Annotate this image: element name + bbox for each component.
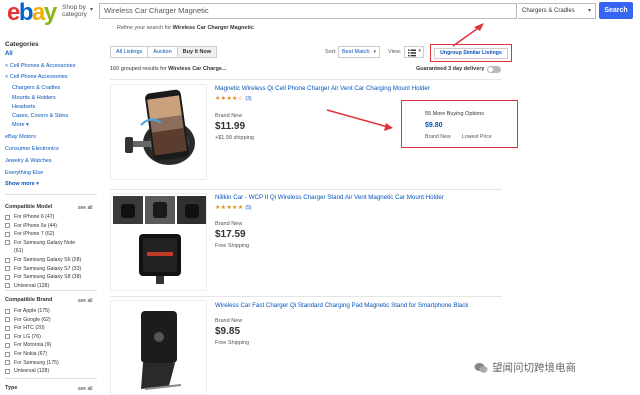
buying-options-price[interactable]: $9.80 bbox=[425, 122, 443, 129]
buying-options-link[interactable]: 55 More Buying Options bbox=[425, 111, 484, 117]
item-shipping: Free Shipping bbox=[215, 243, 250, 249]
ebay-search-page: ebay Shop by category ▾ Wireless Car Cha… bbox=[0, 0, 640, 395]
lowest-price-label: Lowest Price bbox=[462, 134, 492, 140]
arrow-head-mid bbox=[384, 123, 393, 131]
arrow-line-mid bbox=[326, 109, 389, 128]
nillkin-mount-image bbox=[111, 194, 206, 290]
charging-stand-image bbox=[111, 301, 206, 394]
list-divider bbox=[110, 296, 502, 297]
phone-mount-image bbox=[111, 85, 206, 179]
item-title-link[interactable]: Magnetic Wireless Qi Cell Phone Charger … bbox=[215, 85, 515, 93]
guarantee-toggle[interactable] bbox=[487, 66, 501, 73]
item-title-link[interactable]: Wireless Car Fast Charger Qi Standard Ch… bbox=[215, 302, 515, 310]
item-price: $9.85 bbox=[215, 326, 241, 337]
rating-stars[interactable]: ★★★★☆ (3) bbox=[215, 95, 252, 102]
review-count: (5) bbox=[245, 205, 252, 211]
buying-options-condition: Brand New bbox=[425, 134, 451, 140]
item-condition: Brand New bbox=[215, 318, 243, 324]
stars-glyphs: ★★★★★ bbox=[215, 205, 244, 211]
item-shipping: +$1.99 shipping bbox=[215, 135, 254, 141]
results-query: Wireless Car Charge... bbox=[168, 66, 227, 72]
item-title-link[interactable]: Nillkin Car - WCP II Qi Wireless Charger… bbox=[215, 194, 515, 202]
item-price: $11.99 bbox=[215, 121, 246, 132]
list-divider bbox=[110, 79, 502, 80]
list-divider bbox=[110, 189, 502, 190]
item-image[interactable] bbox=[110, 193, 207, 291]
guarantee-label: Guaranteed 3 day delivery bbox=[416, 66, 485, 72]
stars-glyphs: ★★★★☆ bbox=[215, 96, 244, 102]
item-condition: Brand New bbox=[215, 113, 243, 119]
item-image[interactable] bbox=[110, 300, 207, 395]
item-condition: Brand New bbox=[215, 221, 243, 227]
results-count-text: 160 grouped results for bbox=[110, 66, 167, 72]
item-image[interactable] bbox=[110, 84, 207, 180]
wechat-icon bbox=[474, 362, 488, 373]
review-count: (3) bbox=[245, 96, 252, 102]
item-shipping: Free Shipping bbox=[215, 340, 250, 346]
results-count: 160 grouped results for Wireless Car Cha… bbox=[110, 66, 226, 72]
arrow-line-top bbox=[452, 25, 482, 47]
rating-stars[interactable]: ★★★★★ (5) bbox=[215, 204, 252, 211]
watermark: 望闻问切跨境电商 bbox=[474, 360, 576, 375]
item-price: $17.59 bbox=[215, 229, 246, 240]
watermark-text: 望闻问切跨境电商 bbox=[492, 362, 576, 374]
toggle-knob bbox=[488, 67, 493, 72]
buying-options-annotation-box bbox=[401, 100, 518, 148]
